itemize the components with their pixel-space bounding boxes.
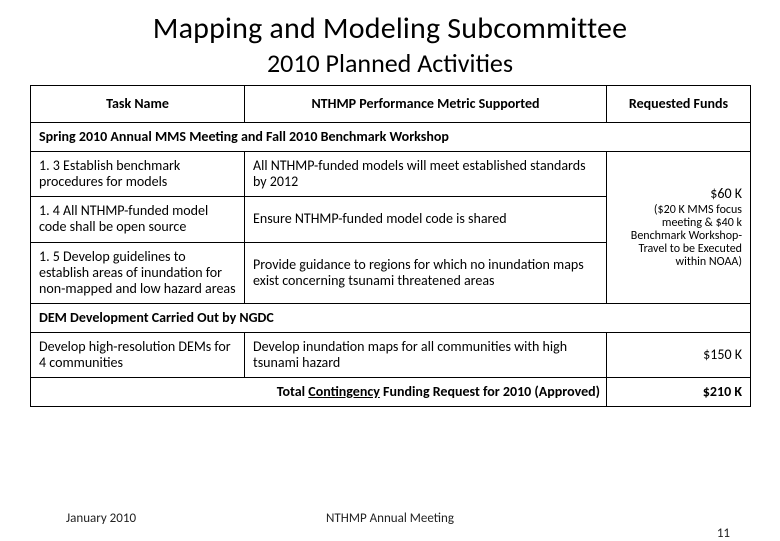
task-cell: 1. 5 Develop guidelines to establish are…	[31, 242, 245, 303]
section-heading-row: Spring 2010 Annual MMS Meeting and Fall …	[31, 123, 751, 152]
metric-cell: All NTHMP-funded models will meet establ…	[245, 152, 607, 197]
task-cell: 1. 4 All NTHMP-funded model code shall b…	[31, 197, 245, 242]
total-underline: Contingency	[308, 383, 380, 400]
header-task: Task Name	[31, 86, 245, 123]
slide-subtitle: 2010 Planned Activities	[30, 47, 750, 79]
header-metric: NTHMP Performance Metric Supported	[245, 86, 607, 123]
total-row: Total Contingency Funding Request for 20…	[31, 378, 751, 407]
total-pre: Total	[277, 383, 308, 400]
slide: Mapping and Modeling Subcommittee 2010 P…	[0, 0, 780, 540]
table-header-row: Task Name NTHMP Performance Metric Suppo…	[31, 86, 751, 123]
slide-title: Mapping and Modeling Subcommittee	[30, 10, 750, 47]
activities-table: Task Name NTHMP Performance Metric Suppo…	[30, 85, 751, 407]
funds-amount: $60 K	[615, 186, 742, 202]
metric-cell: Provide guidance to regions for which no…	[245, 242, 607, 303]
funds-note: ($20 K MMS focus meeting & $40 k Benchma…	[615, 204, 742, 270]
section-heading-row: DEM Development Carried Out by NGDC	[31, 303, 751, 332]
total-post: Funding Request for 2010 (Approved)	[380, 383, 600, 400]
total-amount: $210 K	[607, 378, 751, 407]
slide-footer: January 2010 NTHMP Annual Meeting 11	[0, 511, 780, 526]
footer-page-number: 11	[717, 526, 730, 541]
task-cell: Develop high-resolution DEMs for 4 commu…	[31, 332, 245, 377]
task-cell: 1. 3 Establish benchmark procedures for …	[31, 152, 245, 197]
footer-date: January 2010	[66, 511, 136, 526]
section2-heading: DEM Development Carried Out by NGDC	[31, 303, 751, 332]
funds-cell-merged: $60 K ($20 K MMS focus meeting & $40 k B…	[607, 152, 751, 304]
section1-heading: Spring 2010 Annual MMS Meeting and Fall …	[31, 123, 751, 152]
table-row: 1. 3 Establish benchmark procedures for …	[31, 152, 751, 197]
header-funds: Requested Funds	[607, 86, 751, 123]
funds-cell: $150 K	[607, 332, 751, 377]
metric-cell: Ensure NTHMP-funded model code is shared	[245, 197, 607, 242]
metric-cell: Develop inundation maps for all communit…	[245, 332, 607, 377]
total-label: Total Contingency Funding Request for 20…	[31, 378, 607, 407]
table-row: Develop high-resolution DEMs for 4 commu…	[31, 332, 751, 377]
